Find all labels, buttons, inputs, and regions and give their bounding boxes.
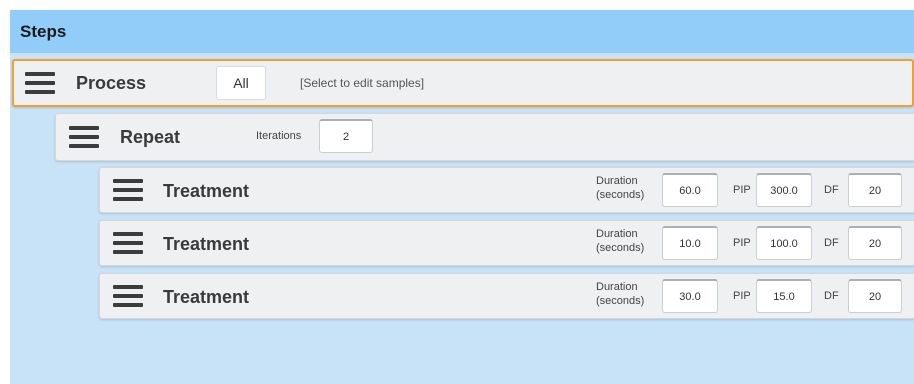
all-samples-button[interactable]: All: [216, 66, 266, 100]
pip-label: PIP: [733, 184, 751, 196]
select-samples-hint[interactable]: [Select to edit samples]: [300, 76, 424, 90]
duration-label: Duration (seconds): [596, 281, 645, 307]
drag-handle-icon[interactable]: [113, 285, 143, 307]
pip-input[interactable]: 15.0: [756, 279, 812, 313]
treatment-title: Treatment: [163, 234, 250, 254]
pip-label: PIP: [733, 237, 751, 249]
duration-label: Duration (seconds): [596, 228, 645, 254]
df-input[interactable]: 20: [848, 226, 902, 260]
iterations-label: Iterations: [256, 130, 302, 142]
drag-handle-icon[interactable]: [25, 72, 55, 94]
process-title: Process: [76, 73, 147, 93]
pip-input[interactable]: 100.0: [756, 226, 812, 260]
iterations-input[interactable]: 2: [319, 119, 373, 153]
treatment-step[interactable]: Treatment Duration (seconds) 30.0 PIP 15.…: [99, 273, 914, 319]
repeat-step[interactable]: Repeat Iterations 2: [55, 113, 914, 161]
df-label: DF: [824, 237, 839, 249]
treatment-step[interactable]: Treatment Duration (seconds) 60.0 PIP 300…: [99, 167, 914, 213]
treatment-title: Treatment: [163, 181, 250, 201]
drag-handle-icon[interactable]: [113, 232, 143, 254]
duration-label: Duration (seconds): [596, 175, 645, 201]
df-input[interactable]: 20: [848, 279, 902, 313]
process-step[interactable]: Process All [Select to edit samples]: [12, 59, 914, 107]
df-label: DF: [824, 184, 839, 196]
df-input[interactable]: 20: [848, 173, 902, 207]
steps-canvas: Process All [Select to edit samples] Rep…: [10, 53, 914, 384]
drag-handle-icon[interactable]: [113, 179, 143, 201]
treatment-step[interactable]: Treatment Duration (seconds) 10.0 PIP 100…: [99, 220, 914, 266]
df-label: DF: [824, 290, 839, 302]
drag-handle-icon[interactable]: [69, 126, 99, 148]
treatment-title: Treatment: [163, 287, 250, 307]
duration-input[interactable]: 30.0: [662, 279, 718, 313]
steps-title: Steps: [20, 21, 67, 41]
pip-label: PIP: [733, 290, 751, 302]
duration-input[interactable]: 60.0: [662, 173, 718, 207]
duration-input[interactable]: 10.0: [662, 226, 718, 260]
pip-input[interactable]: 300.0: [756, 173, 812, 207]
steps-header: Steps: [10, 10, 914, 53]
repeat-title: Repeat: [120, 127, 181, 147]
